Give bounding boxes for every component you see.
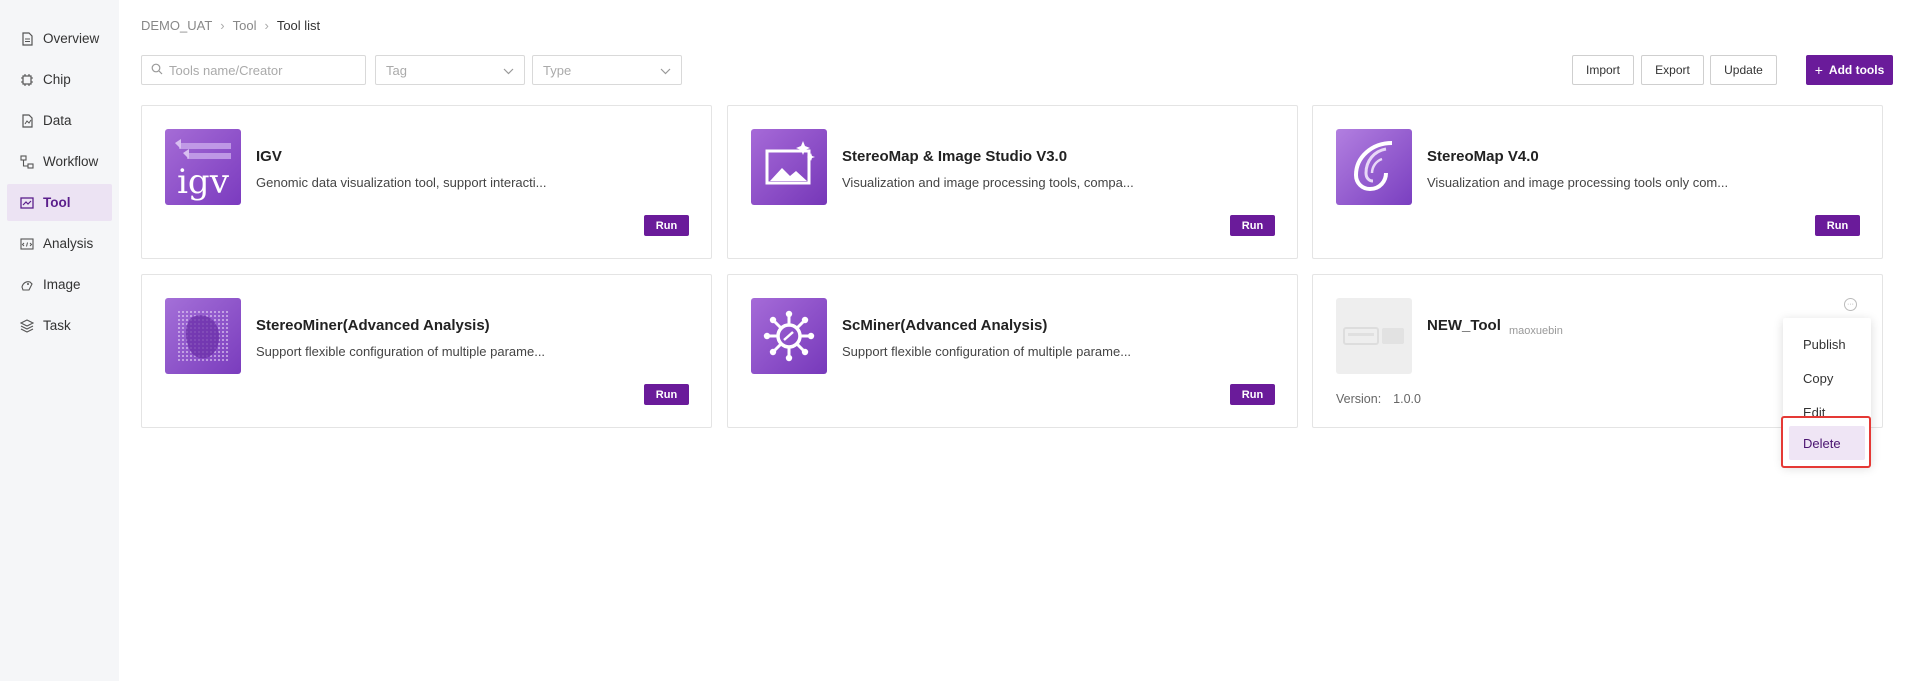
sidebar-item-data[interactable]: Data: [7, 102, 112, 139]
chevron-right-icon: ›: [220, 18, 225, 33]
version-value: 1.0.0: [1393, 392, 1421, 406]
run-button[interactable]: Run: [644, 215, 689, 236]
tool-creator: maoxuebin: [1509, 325, 1563, 337]
sidebar-item-label: Chip: [43, 72, 71, 87]
tool-card-igv[interactable]: igv IGV Genomic data visualization tool,…: [141, 105, 712, 259]
stereominer-logo-icon: [165, 298, 241, 374]
tool-name: ScMiner(Advanced Analysis): [842, 317, 1048, 334]
tool-description: Visualization and image processing tools…: [842, 175, 1134, 190]
tool-description: Genomic data visualization tool, support…: [256, 175, 547, 190]
workflow-icon: [19, 154, 35, 170]
tag-select-placeholder: Tag: [386, 62, 407, 78]
breadcrumb-current: Tool list: [276, 18, 321, 33]
breadcrumb-project[interactable]: DEMO_UAT: [141, 18, 212, 33]
add-tools-button[interactable]: + Add tools: [1806, 55, 1893, 85]
chevron-down-icon: [660, 63, 671, 78]
breadcrumb: DEMO_UAT › Tool › Tool list: [141, 18, 320, 33]
breadcrumb-tool[interactable]: Tool: [233, 18, 257, 33]
run-button[interactable]: Run: [1230, 215, 1275, 236]
sidebar: Overview Chip Data Workflow Tool Analysi…: [0, 0, 119, 681]
image-icon: [19, 277, 35, 293]
sidebar-item-chip[interactable]: Chip: [7, 61, 112, 98]
import-button[interactable]: Import: [1572, 55, 1634, 85]
sidebar-item-workflow[interactable]: Workflow: [7, 143, 112, 180]
image-studio-logo-icon: [751, 129, 827, 205]
stereomap-logo-icon: [1336, 129, 1412, 205]
sidebar-item-label: Task: [43, 318, 71, 333]
sidebar-item-label: Analysis: [43, 236, 94, 251]
type-select[interactable]: Type: [532, 55, 682, 85]
file-data-icon: [19, 113, 35, 129]
sidebar-item-label: Image: [43, 277, 81, 292]
search-input[interactable]: [169, 62, 359, 78]
version-label: Version:: [1336, 392, 1382, 406]
sidebar-item-tool[interactable]: Tool: [7, 184, 112, 221]
chevron-down-icon: [503, 63, 514, 78]
tool-version: Version: 1.0.0: [1336, 392, 1421, 406]
layers-icon: [19, 318, 35, 334]
more-options-icon[interactable]: ···: [1844, 298, 1857, 311]
menu-item-publish[interactable]: Publish: [1789, 327, 1865, 361]
run-button[interactable]: Run: [644, 384, 689, 405]
tool-icon: [19, 195, 35, 211]
tool-card-scminer[interactable]: ScMiner(Advanced Analysis) Support flexi…: [727, 274, 1298, 428]
sidebar-item-analysis[interactable]: Analysis: [7, 225, 112, 262]
chevron-right-icon: ›: [264, 18, 269, 33]
tool-description: Visualization and image processing tools…: [1427, 175, 1729, 190]
sidebar-item-image[interactable]: Image: [7, 266, 112, 303]
search-box: [141, 55, 366, 85]
update-button[interactable]: Update: [1710, 55, 1777, 85]
run-button[interactable]: Run: [1815, 215, 1860, 236]
run-button[interactable]: Run: [1230, 384, 1275, 405]
scminer-logo-icon: [751, 298, 827, 374]
placeholder-logo-icon: [1336, 298, 1412, 374]
igv-logo-icon: igv: [165, 129, 241, 205]
sidebar-item-label: Data: [43, 113, 72, 128]
tool-name: StereoMap & Image Studio V3.0: [842, 148, 1068, 165]
tool-card-stereominer[interactable]: StereoMiner(Advanced Analysis) Support f…: [141, 274, 712, 428]
chip-icon: [19, 72, 35, 88]
sidebar-item-overview[interactable]: Overview: [7, 20, 112, 57]
analysis-icon: [19, 236, 35, 252]
tool-name: StereoMiner(Advanced Analysis): [256, 317, 490, 334]
search-icon: [151, 63, 163, 78]
sidebar-item-label: Tool: [43, 195, 71, 210]
plus-icon: +: [1814, 62, 1823, 78]
tool-name: IGV: [256, 148, 282, 165]
type-select-placeholder: Type: [543, 62, 572, 78]
sidebar-item-label: Workflow: [43, 154, 99, 169]
tool-name: StereoMap V4.0: [1427, 148, 1539, 165]
svg-text:igv: igv: [177, 162, 230, 202]
export-button[interactable]: Export: [1641, 55, 1704, 85]
tool-card-stereomap-image-studio[interactable]: StereoMap & Image Studio V3.0 Visualizat…: [727, 105, 1298, 259]
tool-name: NEW_Tool: [1427, 317, 1501, 334]
tag-select[interactable]: Tag: [375, 55, 525, 85]
menu-item-copy[interactable]: Copy: [1789, 361, 1865, 395]
document-icon: [19, 31, 35, 47]
delete-highlight-box: [1781, 416, 1871, 468]
add-tools-label: Add tools: [1828, 63, 1885, 77]
sidebar-item-label: Overview: [43, 31, 100, 46]
tool-card-stereomap-v4[interactable]: StereoMap V4.0 Visualization and image p…: [1312, 105, 1883, 259]
tool-description: Support flexible configuration of multip…: [256, 344, 546, 359]
sidebar-item-task[interactable]: Task: [7, 307, 112, 344]
tool-description: Support flexible configuration of multip…: [842, 344, 1132, 359]
toolbar: Tag Type Import Export Update + Add tool…: [141, 55, 1893, 85]
